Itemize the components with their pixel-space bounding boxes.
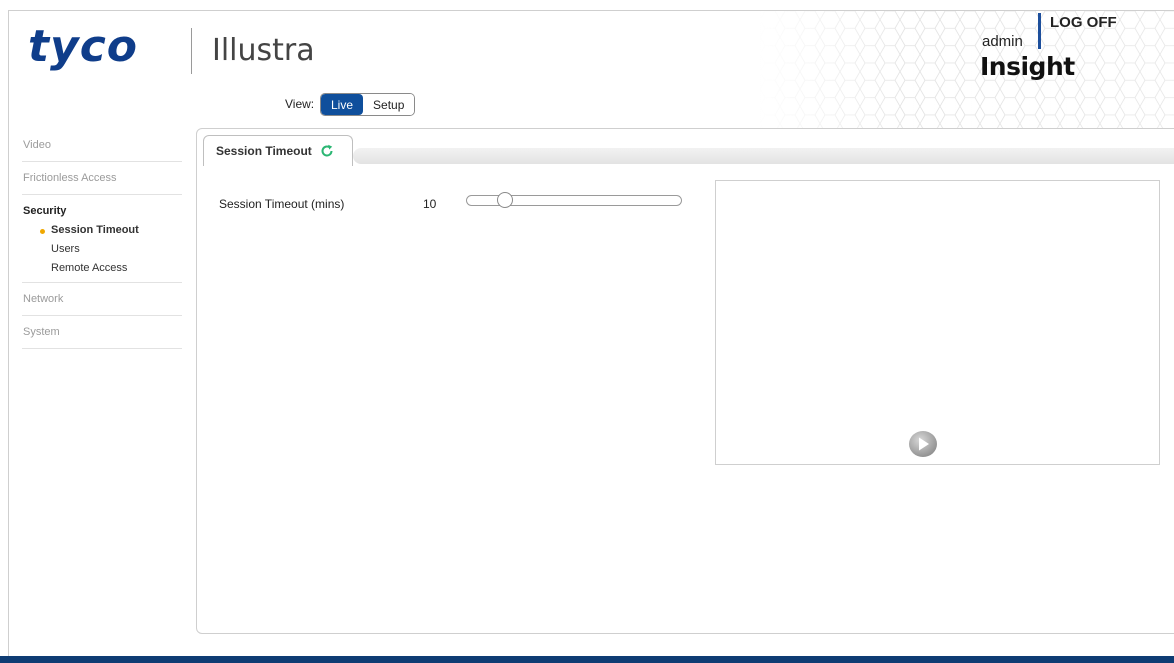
current-user: admin — [982, 33, 1023, 50]
tyco-logo: tyco — [28, 21, 139, 72]
illustra-logo: Illustra — [212, 33, 315, 68]
play-icon[interactable] — [908, 430, 938, 458]
tab-session-timeout[interactable]: Session Timeout — [203, 135, 353, 166]
session-timeout-slider[interactable] — [466, 192, 682, 208]
sidebar-section-network[interactable]: Network — [22, 283, 182, 316]
view-label: View: — [285, 97, 315, 111]
view-live-button[interactable]: Live — [321, 94, 364, 115]
sidebar-section-security[interactable]: Security — [22, 195, 182, 221]
slider-thumb[interactable] — [497, 192, 513, 208]
sidebar-item-users[interactable]: Users — [22, 240, 182, 259]
sidebar-section-system[interactable]: System — [22, 316, 182, 349]
logo-divider — [191, 28, 192, 74]
video-preview — [715, 180, 1160, 465]
sidebar-section-video[interactable]: Video — [22, 129, 182, 162]
log-off-button[interactable]: LOG OFF — [1050, 14, 1117, 31]
session-timeout-label: Session Timeout (mins) — [219, 197, 345, 211]
product-name: Insight — [980, 52, 1075, 81]
sidebar-section-frictionless-access[interactable]: Frictionless Access — [22, 162, 182, 195]
session-timeout-value: 10 — [423, 197, 437, 211]
user-divider — [1038, 13, 1041, 49]
tab-label: Session Timeout — [216, 144, 312, 158]
sidebar: Video Frictionless Access Security Sessi… — [22, 129, 182, 349]
view-toggle: Live Setup — [320, 93, 416, 116]
sidebar-item-session-timeout[interactable]: Session Timeout — [22, 221, 182, 240]
footer-bar — [0, 656, 1174, 663]
refresh-icon[interactable] — [320, 144, 334, 158]
tab-strip — [353, 148, 1174, 164]
sidebar-item-remote-access[interactable]: Remote Access — [22, 259, 182, 278]
view-setup-button[interactable]: Setup — [363, 94, 415, 115]
